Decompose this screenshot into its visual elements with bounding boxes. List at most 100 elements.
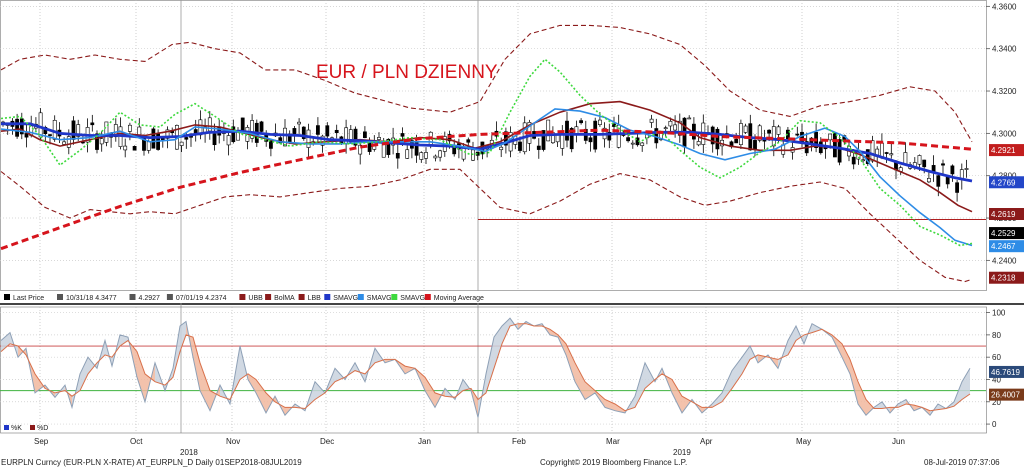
month-label: Dec <box>320 437 334 446</box>
candle-body <box>889 153 894 156</box>
candle-body <box>499 146 504 151</box>
candle-body <box>673 124 678 131</box>
legend: Last Price 10/31/18 4.3477 4.2927 07/01/19 … <box>1 291 986 303</box>
candle-body <box>922 159 927 168</box>
value-badge-label: 4.2529 <box>991 229 1016 238</box>
legend-swatch-6 <box>298 294 305 300</box>
candle-body <box>71 120 76 140</box>
time-axis: Sep Oct Nov Dec Jan Feb Mar Apr May Jun 2018 2019 <box>34 437 905 457</box>
candle-body <box>649 118 654 123</box>
legend-swatch-5 <box>265 294 272 300</box>
month-label: Feb <box>512 437 526 446</box>
candle-body <box>941 163 945 166</box>
candle-body <box>15 118 20 137</box>
osc-y-tick-label: 0 <box>992 420 997 429</box>
osc-fill <box>742 346 750 374</box>
osc-fill <box>566 343 575 382</box>
legend-label-1: 10/31/18 4.3477 <box>66 295 117 302</box>
series-line-3 <box>0 168 973 283</box>
candle-body <box>795 133 800 136</box>
series-line-5 <box>0 108 973 247</box>
y-tick-label: 4.2400 <box>992 256 1017 265</box>
candle-body <box>663 127 668 130</box>
candle-body <box>630 142 635 145</box>
legend-label-6: LBB <box>308 295 322 302</box>
legend-swatch-7 <box>324 294 331 300</box>
candle-body <box>461 147 466 160</box>
legend-label-2: 4.2927 <box>139 295 161 302</box>
candle-body <box>518 141 522 151</box>
candle-body <box>99 138 104 145</box>
candle-body <box>832 133 837 158</box>
chart-title: EUR / PLN DZIENNY <box>316 62 498 83</box>
candle-body <box>325 125 330 137</box>
osc-fill <box>486 337 494 393</box>
candle-body <box>903 152 908 165</box>
candle-body <box>565 120 569 141</box>
candle-body <box>466 139 471 143</box>
legend-label-0: Last Price <box>13 295 44 302</box>
candle-body <box>555 134 560 143</box>
candle-body <box>945 176 950 185</box>
osc-legend-swatch-1 <box>30 425 35 430</box>
candle-body <box>668 120 673 127</box>
osc-fill <box>1 332 10 352</box>
candle-body <box>626 137 631 142</box>
candle-body <box>828 133 833 141</box>
osc-fill <box>80 357 88 391</box>
candle-body <box>743 125 748 133</box>
month-label: Jun <box>892 437 905 446</box>
year-label: 2019 <box>673 448 691 457</box>
candle-body <box>146 141 151 151</box>
candle-body <box>179 141 184 146</box>
candle-body <box>438 150 443 158</box>
footer-left: EURPLN Curncy (EUR-PLN X-RATE) AT_EURPLN… <box>1 458 302 467</box>
candle-body <box>123 145 128 151</box>
series-line-1 <box>0 24 973 143</box>
candle-body <box>395 152 400 159</box>
osc-legend-swatch-0 <box>4 425 9 430</box>
candle-body <box>870 140 875 162</box>
candle-body <box>367 142 372 152</box>
candle-body <box>654 128 659 144</box>
candle-body <box>950 165 955 175</box>
candle-body <box>738 123 743 146</box>
candle-body <box>771 126 776 147</box>
candle-body <box>936 175 941 187</box>
candle-body <box>334 129 339 134</box>
osc-value-badge-label: 46.7619 <box>991 368 1020 377</box>
candle-body <box>128 124 132 132</box>
series-line-2 <box>0 100 973 213</box>
candle-body <box>62 141 67 145</box>
osc-fill <box>788 325 796 355</box>
legend-swatch-10 <box>424 294 431 300</box>
candle-body <box>132 146 137 151</box>
candle-body <box>926 178 931 183</box>
legend-label-4: UBB <box>248 295 263 302</box>
series-line-6 <box>0 58 973 247</box>
candle-body <box>837 139 842 163</box>
candle-body <box>955 182 960 193</box>
osc-line-0 <box>0 317 971 418</box>
chart-root: EUR / PLN DZIENNY Last Price 10/31/18 4.3… <box>0 0 1024 457</box>
osc-fill <box>722 370 732 402</box>
candle-body <box>377 137 381 140</box>
legend-swatch-3 <box>166 294 173 300</box>
value-badge-label: 4.2769 <box>991 178 1016 187</box>
candle-body <box>753 140 757 150</box>
osc-fill <box>88 357 97 374</box>
osc-y-tick-label: 60 <box>992 353 1001 362</box>
candle-body <box>715 128 720 150</box>
value-badge-label: 4.2921 <box>991 146 1016 155</box>
candle-body <box>315 125 320 135</box>
osc-fill <box>585 381 595 400</box>
candle-body <box>424 152 428 159</box>
month-label: May <box>796 437 811 446</box>
candle-body <box>38 112 43 138</box>
candle-body <box>259 121 264 132</box>
legend-swatch-2 <box>129 294 136 300</box>
candle-body <box>297 121 302 125</box>
candle-body <box>696 141 701 146</box>
candle-body <box>405 149 410 159</box>
candle-body <box>776 126 781 135</box>
